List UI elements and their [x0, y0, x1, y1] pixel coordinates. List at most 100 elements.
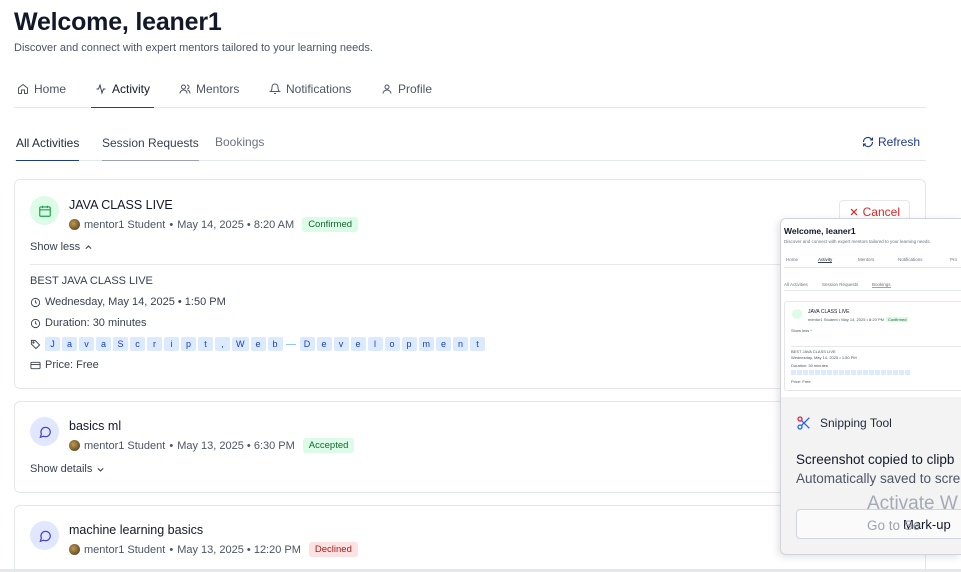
user-icon — [382, 84, 392, 94]
message-icon-badge — [30, 417, 59, 446]
activity-datetime: May 13, 2025 • 12:20 PM — [177, 543, 301, 556]
refresh-icon — [862, 136, 874, 148]
price-text: Price: Free — [45, 359, 99, 371]
users-icon — [179, 84, 191, 94]
thumb-tab: Pro — [950, 257, 958, 262]
activity-sub-tabs: All Activities Session Requests Bookings… — [14, 125, 926, 161]
activity-meta: mentor1 Student • May 14, 2025 • 8:20 AM… — [69, 217, 359, 232]
mentor-name: mentor1 Student — [84, 543, 166, 556]
tag-chip: i — [164, 337, 179, 351]
tag-chip: n — [453, 337, 468, 351]
details-tags: JavaScript,WebDevelopment — [30, 337, 485, 351]
mentor-avatar — [69, 219, 80, 230]
thumb-status-badge: Confirmed — [885, 317, 909, 322]
tag-chip: t — [470, 337, 485, 351]
details-session-time: Wednesday, May 14, 2025 • 1:50 PM — [30, 296, 226, 308]
tag-chip: a — [62, 337, 77, 351]
credit-card-icon — [30, 361, 41, 369]
toggle-label: Show details — [30, 463, 93, 475]
duration-text: Duration: 30 minutes — [45, 317, 147, 329]
clock-icon — [30, 297, 41, 307]
toggle-label: Show less — [30, 241, 81, 253]
thumb-tab: Activity — [818, 257, 833, 263]
tag-chip: e — [350, 337, 366, 351]
tag-chip: l — [367, 337, 383, 351]
refresh-button[interactable]: Refresh — [862, 125, 920, 159]
activity-title: basics ml — [69, 419, 122, 433]
bell-icon — [269, 83, 281, 94]
meta-separator: • — [169, 543, 174, 556]
thumb-tags — [791, 370, 910, 375]
tab-bookings[interactable]: Bookings — [215, 125, 264, 159]
home-icon — [18, 83, 28, 94]
thumb-subtab: All Activities — [784, 282, 808, 287]
chevron-down-icon — [97, 467, 104, 472]
tag-chip: v — [333, 337, 349, 351]
tab-notifications[interactable]: Notifications — [269, 70, 351, 108]
details-duration: Duration: 30 minutes — [30, 317, 147, 329]
mentor-name: mentor1 Student — [84, 439, 166, 452]
mentor-avatar — [69, 544, 80, 555]
show-details-toggle[interactable]: Show details — [30, 463, 105, 475]
message-icon — [38, 530, 51, 542]
tag-chip: v — [79, 337, 94, 351]
tab-mentors-label: Mentors — [196, 82, 240, 96]
tab-home[interactable]: Home — [17, 70, 66, 108]
activity-title: machine learning basics — [69, 523, 204, 537]
tag-icon — [30, 339, 41, 349]
details-price: Price: Free — [30, 359, 99, 371]
tag-chip — [285, 337, 298, 351]
activity-datetime: May 13, 2025 • 6:30 PM — [177, 439, 295, 452]
thumb-subtitle: Discover and connect with expert mentors… — [784, 239, 931, 244]
tab-profile-label: Profile — [398, 82, 433, 96]
tag-chip: J — [45, 337, 60, 351]
tag-chip: c — [130, 337, 145, 351]
thumb-tab: Mentors — [858, 257, 875, 262]
tab-activity[interactable]: Activity — [91, 70, 155, 108]
tag-chip: S — [113, 337, 128, 351]
thumb-subtabs: All Activities Session Requests Bookings — [784, 279, 961, 291]
activity-meta: mentor1 Student • May 13, 2025 • 12:20 P… — [69, 542, 358, 557]
meta-separator: • — [169, 218, 174, 231]
tab-mentors[interactable]: Mentors — [179, 70, 239, 108]
message-icon-badge — [30, 521, 59, 550]
page-subtitle: Discover and connect with expert mentors… — [14, 42, 373, 54]
snipping-tool-header: Snipping Tool — [796, 415, 892, 431]
mentor-name: mentor1 Student — [84, 218, 166, 231]
show-less-toggle[interactable]: Show less — [30, 241, 93, 253]
tab-session-requests[interactable]: Session Requests — [102, 125, 199, 161]
details-heading: BEST JAVA CLASS LIVE — [30, 275, 153, 287]
page-title: Welcome, leaner1 — [14, 8, 222, 36]
close-icon — [850, 208, 857, 216]
tab-profile[interactable]: Profile — [381, 70, 432, 108]
refresh-label: Refresh — [877, 135, 920, 149]
tag-list: JavaScript,WebDevelopment — [45, 337, 485, 351]
cancel-label: Cancel — [862, 205, 900, 219]
calendar-icon — [38, 205, 51, 217]
activate-windows-watermark: Activate W — [867, 493, 958, 514]
tag-chip: a — [96, 337, 111, 351]
screenshot-thumbnail[interactable]: Welcome, leaner1 Discover and connect wi… — [781, 219, 961, 397]
activity-meta: mentor1 Student • May 13, 2025 • 6:30 PM… — [69, 438, 355, 453]
tag-chip: p — [401, 337, 417, 351]
app-name: Snipping Tool — [820, 416, 892, 430]
thumb-toggle: Show less ^ — [791, 328, 813, 333]
tag-chip: t — [198, 337, 213, 351]
thumb-card-meta: mentor1 Student • May 14, 2025 • 8:20 PM… — [808, 317, 909, 322]
tab-activity-label: Activity — [112, 81, 151, 96]
status-badge: Accepted — [302, 438, 355, 453]
clock-icon — [30, 318, 41, 328]
calendar-icon-badge — [30, 196, 59, 225]
snipping-tool-notification[interactable]: Welcome, leaner1 Discover and connect wi… — [780, 218, 961, 555]
thumb-subtab: Bookings — [872, 282, 891, 288]
tag-chip: e — [316, 337, 332, 351]
thumb-price: Price: Free — [791, 379, 811, 384]
tab-home-label: Home — [34, 82, 67, 96]
thumb-tab: Notifications — [898, 257, 923, 262]
thumb-tabs: Home Activity Mentors Notifications Pro — [784, 254, 961, 268]
tab-all-activities[interactable]: All Activities — [16, 125, 80, 161]
mentor-avatar — [69, 440, 80, 451]
thumb-card-title: JAVA CLASS LIVE — [808, 309, 850, 315]
tag-chip: m — [418, 337, 434, 351]
snip-message-saved: Automatically saved to scre — [796, 471, 961, 486]
